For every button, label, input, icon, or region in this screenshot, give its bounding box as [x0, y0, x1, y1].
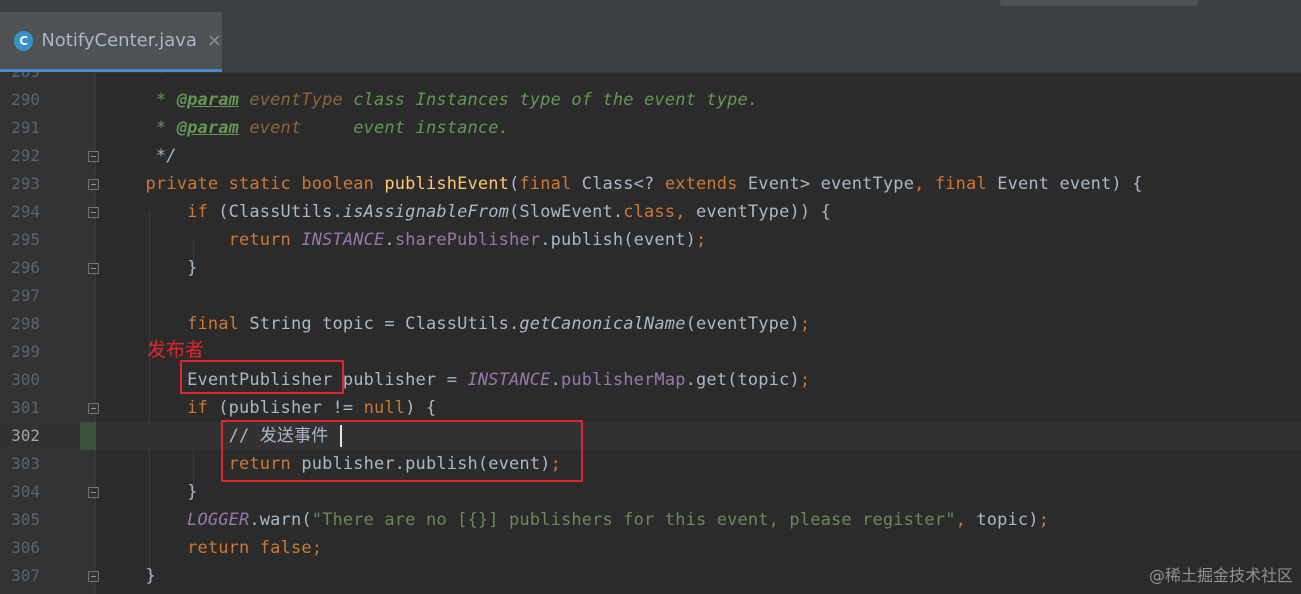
line-number: 304 [11, 482, 40, 501]
code-line[interactable]: 304 } [0, 478, 1301, 506]
fold-marker-icon[interactable] [88, 571, 99, 582]
top-toolbar-strip [1000, 0, 1198, 6]
line-number: 295 [11, 230, 40, 249]
line-code: LOGGER.warn("There are no [{}] publisher… [187, 510, 1050, 530]
tab-label: NotifyCenter.java [41, 30, 197, 51]
code-line[interactable]: 301 if (publisher != null) { [0, 394, 1301, 422]
code-line[interactable]: 294 if (ClassUtils.isAssignableFrom(Slow… [0, 198, 1301, 226]
line-code: } [104, 482, 198, 502]
line-code: if (publisher != null) { [187, 398, 437, 418]
line-number: 300 [11, 370, 40, 389]
highlight-box-eventpublisher [180, 360, 344, 394]
line-number: 293 [11, 174, 40, 193]
fold-marker-icon[interactable] [88, 179, 99, 190]
line-code: */ [104, 146, 177, 166]
current-line-marker [80, 422, 96, 450]
editor-tab-bar: C NotifyCenter.java × [0, 0, 1301, 73]
line-code: * @param event event instance. [104, 118, 510, 138]
line-number: 290 [11, 90, 40, 109]
code-line[interactable]: 296 } [0, 254, 1301, 282]
highlight-box-publish-call [221, 420, 583, 482]
line-number: 301 [11, 398, 40, 417]
code-editor[interactable]: 289 * 290 * @param eventType class Insta… [0, 72, 1301, 594]
line-number: 306 [11, 538, 40, 557]
line-number: 296 [11, 258, 40, 277]
tab-notifycenter-java[interactable]: C NotifyCenter.java × [0, 12, 222, 72]
code-line[interactable]: 297 [0, 282, 1301, 310]
line-code: return INSTANCE.sharePublisher.publish(e… [228, 230, 707, 250]
code-line[interactable]: 305 LOGGER.warn("There are no [{}] publi… [0, 506, 1301, 534]
code-line[interactable]: 293 private static boolean publishEvent(… [0, 170, 1301, 198]
line-number: 289 [0, 72, 40, 86]
close-icon[interactable]: × [207, 30, 222, 51]
code-line[interactable]: 303 return publisher.publish(event); [0, 450, 1301, 478]
line-code: * [104, 72, 167, 82]
code-line[interactable]: 290 * @param eventType class Instances t… [0, 86, 1301, 114]
fold-marker-icon[interactable] [88, 207, 99, 218]
fold-marker-icon[interactable] [88, 487, 99, 498]
code-line[interactable]: 307 } [0, 562, 1301, 590]
line-number: 299 [11, 342, 40, 361]
line-number: 292 [11, 146, 40, 165]
line-code: } [104, 566, 156, 586]
fold-marker-icon[interactable] [88, 263, 99, 274]
java-class-icon: C [14, 30, 34, 51]
code-line[interactable]: 298 final String topic = ClassUtils.getC… [0, 310, 1301, 338]
code-line[interactable]: 295 return INSTANCE.sharePublisher.publi… [0, 226, 1301, 254]
annotation-label: 发布者 [147, 339, 205, 361]
line-number: 298 [11, 314, 40, 333]
fold-marker-icon[interactable] [88, 151, 99, 162]
line-number: 302 [11, 426, 40, 445]
code-line-current[interactable]: 302 // 发送事件 [0, 422, 1301, 450]
code-line[interactable]: 289 * [0, 72, 1301, 86]
line-code: if (ClassUtils.isAssignableFrom(SlowEven… [187, 202, 831, 222]
line-number: 297 [11, 286, 40, 305]
code-line[interactable]: 291 * @param event event instance. [0, 114, 1301, 142]
text-caret [340, 425, 342, 447]
line-code: } [104, 258, 198, 278]
fold-marker-icon[interactable] [88, 403, 99, 414]
watermark: @稀土掘金技术社区 [1148, 566, 1293, 585]
line-number: 307 [11, 566, 40, 585]
line-number: 303 [11, 454, 40, 473]
line-code: private static boolean publishEvent(fina… [145, 174, 1143, 194]
line-number: 291 [11, 118, 40, 137]
code-line[interactable]: 306 return false; [0, 534, 1301, 562]
line-code: final String topic = ClassUtils.getCanon… [187, 314, 811, 334]
code-line[interactable]: 292 */ [0, 142, 1301, 170]
line-code: * @param eventType class Instances type … [104, 90, 759, 110]
line-number: 305 [11, 510, 40, 529]
line-number: 294 [11, 202, 40, 221]
line-code: return false; [187, 538, 323, 558]
